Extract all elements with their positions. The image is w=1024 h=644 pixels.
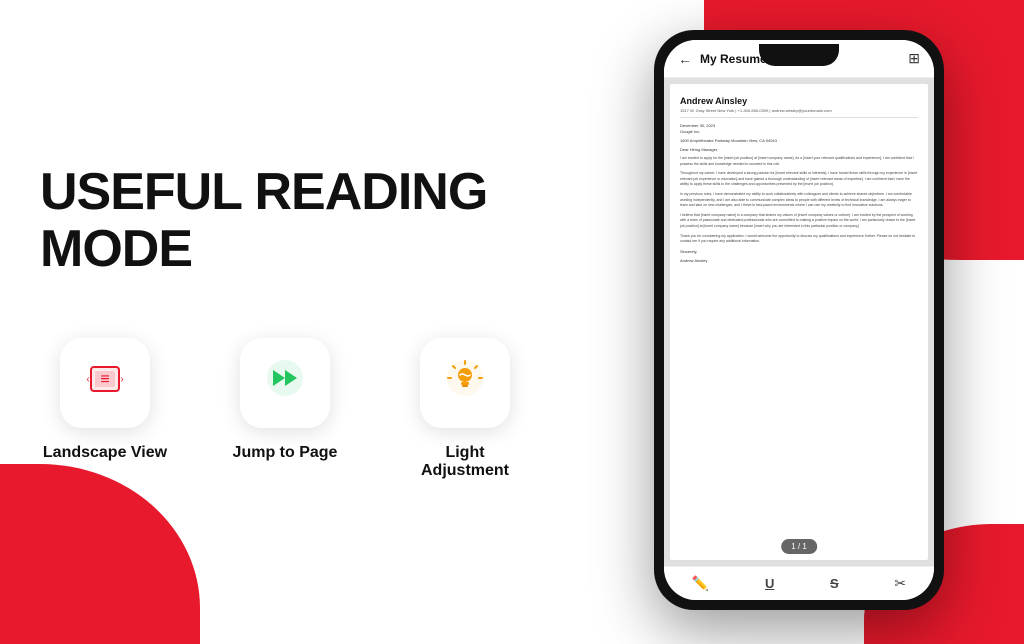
resume-para-2: Throughout my career, I have developed a…	[680, 171, 918, 188]
resume-para-5: Thank you for considering my application…	[680, 234, 918, 245]
resume-para-3: In my previous roles, I have demonstrate…	[680, 192, 918, 209]
resume-sign-name: Andrew Ainsley	[680, 258, 918, 263]
phone-mockup: ← My Resume.pdf ⊞ Andrew Ainsley 1517 W.…	[654, 30, 944, 610]
main-title: USEFUL READING MODE	[40, 164, 600, 278]
landscape-view-label: Landscape View	[43, 444, 167, 462]
pdf-menu-button[interactable]: ⊞	[908, 50, 920, 67]
feature-landscape-view[interactable]: ≡ ‹ › Landscape View	[40, 338, 170, 462]
resume-company-name: Google Inc.	[680, 129, 918, 134]
svg-text:›: ›	[120, 374, 123, 385]
pdf-strikethrough-icon[interactable]: S	[830, 576, 839, 591]
light-adjustment-label: Light Adjustment	[400, 444, 530, 480]
jump-to-page-icon-wrap	[240, 338, 330, 428]
light-adjustment-icon-wrap	[420, 338, 510, 428]
jump-to-page-icon	[263, 356, 307, 410]
feature-jump-to-page[interactable]: Jump to Page	[220, 338, 350, 462]
landscape-view-icon-wrap: ≡ ‹ ›	[60, 338, 150, 428]
resume-date: December 30, 2023	[680, 123, 918, 128]
pdf-page: Andrew Ainsley 1517 W. Gray Street New Y…	[670, 84, 928, 560]
resume-para-4: I believe that [insert company name] is …	[680, 213, 918, 230]
resume-contact: 1517 W. Gray Street New York | +1-300-55…	[680, 108, 918, 118]
svg-text:≡: ≡	[100, 371, 109, 388]
jump-to-page-label: Jump to Page	[233, 444, 338, 462]
feature-light-adjustment[interactable]: Light Adjustment	[400, 338, 530, 480]
pdf-pen-icon[interactable]: ✏️	[692, 575, 709, 592]
light-adjustment-icon	[443, 356, 487, 410]
features-row: ≡ ‹ › Landscape View Jump to	[40, 338, 600, 480]
landscape-view-icon: ≡ ‹ ›	[83, 357, 127, 410]
phone-notch	[759, 44, 839, 66]
phone-outer-shell: ← My Resume.pdf ⊞ Andrew Ainsley 1517 W.…	[654, 30, 944, 610]
pdf-bottom-bar: ✏️ U S ✂	[664, 566, 934, 600]
resume-salutation: Dear Hiring Manager,	[680, 147, 918, 152]
resume-sign-sincerely: Sincerely,	[680, 249, 918, 254]
phone-screen: ← My Resume.pdf ⊞ Andrew Ainsley 1517 W.…	[664, 40, 934, 600]
pdf-scissors-icon[interactable]: ✂	[894, 575, 906, 592]
pdf-underline-icon[interactable]: U	[765, 576, 774, 591]
resume-company-address: 1600 Amphitheatre Parkway Mountain View,…	[680, 138, 918, 143]
resume-para-1: I am excited to apply for the [insert jo…	[680, 156, 918, 167]
left-content-area: USEFUL READING MODE ≡ ‹ › Landscape View	[40, 0, 600, 644]
svg-text:‹: ‹	[86, 374, 89, 385]
pdf-back-button[interactable]: ←	[678, 51, 692, 67]
page-indicator: 1 / 1	[781, 539, 817, 554]
pdf-content-area: Andrew Ainsley 1517 W. Gray Street New Y…	[664, 78, 934, 566]
resume-name: Andrew Ainsley	[680, 96, 918, 106]
